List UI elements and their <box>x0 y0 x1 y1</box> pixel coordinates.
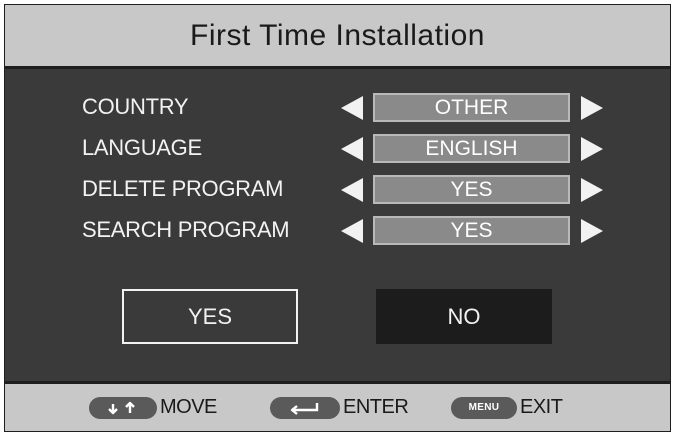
arrow-right-icon[interactable] <box>581 137 603 161</box>
setting-value-search-program[interactable]: YES <box>373 216 570 245</box>
up-down-arrows-icon <box>89 396 157 419</box>
setting-label: COUNTRY <box>82 94 189 119</box>
arrow-left-icon[interactable] <box>341 96 363 120</box>
arrow-right-icon[interactable] <box>581 96 603 120</box>
exit-label: EXIT <box>520 396 563 418</box>
no-button-label: NO <box>447 303 481 329</box>
key-guide-bar: MOVE ENTER MENU EXIT <box>5 381 670 431</box>
setting-label: SEARCH PROGRAM <box>82 217 290 242</box>
arrow-left-icon[interactable] <box>341 178 363 202</box>
move-hint: MOVE <box>89 396 217 419</box>
move-label: MOVE <box>160 396 217 418</box>
enter-key-icon <box>270 396 340 419</box>
setting-value: ENGLISH <box>425 136 518 160</box>
setting-value-country[interactable]: OTHER <box>373 93 570 122</box>
arrow-left-icon[interactable] <box>341 219 363 243</box>
dialog-title: First Time Installation <box>190 18 485 52</box>
menu-key-label: MENU <box>468 402 500 413</box>
arrow-left-icon[interactable] <box>341 137 363 161</box>
exit-hint: MENU EXIT <box>451 396 563 419</box>
menu-key-icon: MENU <box>451 396 517 419</box>
arrow-right-icon[interactable] <box>581 178 603 202</box>
setting-value: YES <box>450 218 493 242</box>
setting-label: LANGUAGE <box>82 135 202 160</box>
setting-value: OTHER <box>434 95 509 119</box>
setting-value-language[interactable]: ENGLISH <box>373 134 570 163</box>
setting-value: YES <box>450 177 493 201</box>
setting-value-delete-program[interactable]: YES <box>373 175 570 204</box>
yes-button[interactable]: YES <box>122 289 298 344</box>
setting-row-language: LANGUAGE ENGLISH <box>5 133 670 165</box>
arrow-right-icon[interactable] <box>581 219 603 243</box>
setting-label: DELETE PROGRAM <box>82 176 284 201</box>
enter-label: ENTER <box>343 396 409 418</box>
enter-hint: ENTER <box>270 396 409 419</box>
no-button[interactable]: NO <box>376 289 552 344</box>
setting-row-search-program: SEARCH PROGRAM YES <box>5 215 670 247</box>
dialog-header: First Time Installation <box>5 5 670 69</box>
setting-row-delete-program: DELETE PROGRAM YES <box>5 174 670 206</box>
installation-dialog: First Time Installation COUNTRY OTHER LA… <box>4 4 671 432</box>
yes-button-label: YES <box>187 303 233 329</box>
setting-row-country: COUNTRY OTHER <box>5 92 670 124</box>
